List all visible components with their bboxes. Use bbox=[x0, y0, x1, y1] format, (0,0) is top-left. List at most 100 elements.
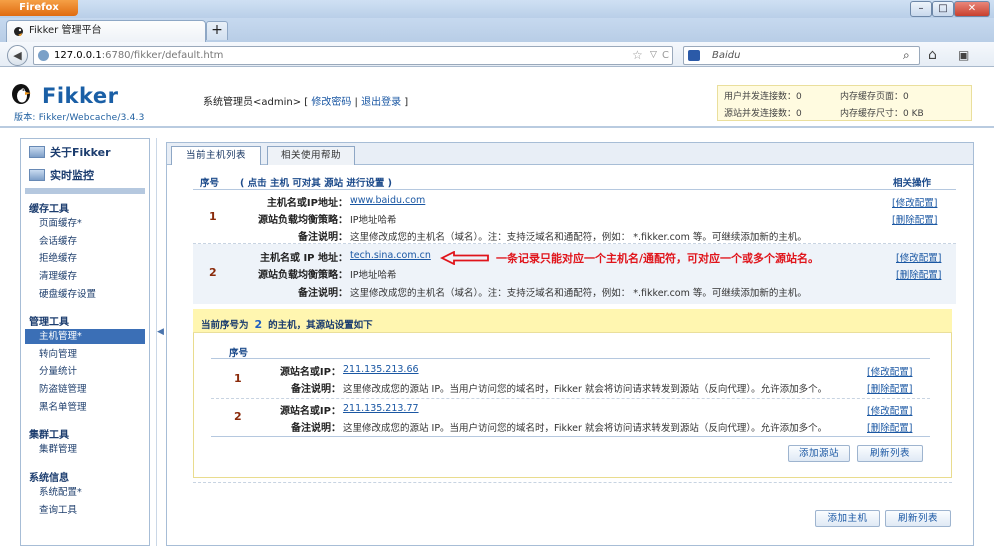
minimize-button[interactable]: – bbox=[910, 1, 932, 17]
origin-row-1-delete[interactable]: [删除配置] bbox=[867, 381, 912, 395]
sidebar-item-disk-cache[interactable]: 硬盘缓存设置 bbox=[25, 287, 145, 302]
logo-text: Fikker bbox=[42, 84, 119, 108]
sidebar-item-stats[interactable]: 分量统计 bbox=[25, 364, 145, 379]
host-row-1-edit[interactable]: [修改配置] bbox=[892, 195, 937, 209]
origin-row-2-note: 这里修改成您的源站 IP。当用户访问您的域名时，Fikker 就会将访问请求转发… bbox=[343, 423, 828, 434]
host-row-2-host-label: 主机名或 IP 地址： bbox=[259, 253, 348, 264]
sidebar-splitter bbox=[156, 138, 157, 546]
origin-row-2-ip-link[interactable]: 211.135.213.77 bbox=[343, 403, 419, 414]
annotation-arrow-icon bbox=[440, 251, 489, 265]
origin-title-num: 2 bbox=[254, 318, 263, 331]
add-origin-button[interactable]: 添加源站 bbox=[788, 445, 850, 462]
host-row-2-host-link[interactable]: tech.sina.com.cn bbox=[350, 250, 431, 261]
sidebar-item-hotlink[interactable]: 防盗链管理 bbox=[25, 382, 145, 397]
mem-pages-stat: 内存缓存页面：0 bbox=[840, 92, 909, 102]
origin-row-2-ip-label: 源站名或IP： bbox=[279, 406, 341, 417]
origin-title-suffix: 的主机，其源站设置如下 bbox=[268, 320, 373, 331]
maximize-button[interactable]: □ bbox=[932, 1, 954, 17]
host-row-2-note: 这里修改成您的主机名（域名）。注：支持泛域名和通配符，例如： *.fikker.… bbox=[350, 288, 807, 299]
sidebar-item-host-manage[interactable]: 主机管理* bbox=[25, 329, 145, 344]
mem-size-stat: 内存缓存尺寸：0 KB bbox=[840, 109, 924, 119]
refresh-host-list-button[interactable]: 刷新列表 bbox=[885, 510, 951, 527]
host-row-1-lb: IP地址哈希 bbox=[350, 215, 397, 226]
tab-help[interactable]: 相关使用帮助 bbox=[267, 146, 355, 165]
tab-host-list[interactable]: 当前主机列表 bbox=[171, 146, 261, 165]
search-go-icon[interactable]: ⌕ bbox=[903, 46, 910, 64]
origin-row-2-edit[interactable]: [修改配置] bbox=[867, 403, 912, 417]
globe-icon bbox=[38, 50, 49, 61]
sidebar-divider bbox=[25, 188, 145, 194]
sidebar-item-blacklist[interactable]: 黑名单管理 bbox=[25, 400, 145, 415]
refresh-origin-list-button[interactable]: 刷新列表 bbox=[857, 445, 923, 462]
change-password-link[interactable]: 修改密码 bbox=[311, 97, 351, 108]
close-window-button[interactable]: ✕ bbox=[954, 1, 990, 17]
version-label: 版本: Fikker/Webcache/3.4.3 bbox=[14, 113, 145, 123]
sidebar-item-session-cache[interactable]: 会话缓存 bbox=[25, 234, 145, 249]
sidebar-item-clear-cache[interactable]: 清理缓存 bbox=[25, 269, 145, 284]
collapse-sidebar-icon[interactable]: ◀ bbox=[157, 327, 164, 337]
origin-row-1-note-label: 备注说明： bbox=[291, 384, 341, 395]
origin-panel-title: 当前序号为 2 的主机，其源站设置如下 bbox=[201, 317, 373, 331]
bookmark-star-icon[interactable]: ☆ bbox=[632, 47, 643, 64]
url-path: :6780/fikker/default.htm bbox=[101, 50, 224, 61]
host-row-1-host-link[interactable]: www.baidu.com bbox=[350, 195, 425, 206]
origin-row-1-ip-link[interactable]: 211.135.213.66 bbox=[343, 364, 419, 375]
host-row-1-host: www.baidu.com bbox=[350, 195, 425, 206]
origin-header-line bbox=[211, 358, 930, 359]
sidebar-item-reject-cache[interactable]: 拒绝缓存 bbox=[25, 251, 145, 266]
bracket: ] bbox=[404, 97, 409, 108]
back-arrow-icon: ◀ bbox=[13, 49, 22, 62]
sidebar-about-label: 关于Fikker bbox=[50, 146, 111, 159]
origin-row-1-edit[interactable]: [修改配置] bbox=[867, 364, 912, 378]
back-button[interactable]: ◀ bbox=[7, 45, 28, 66]
search-engine-icon bbox=[688, 50, 700, 61]
reload-icon[interactable]: C bbox=[662, 47, 669, 64]
origin-row-2-ip: 211.135.213.77 bbox=[343, 403, 419, 414]
origin-row-2-delete[interactable]: [删除配置] bbox=[867, 420, 912, 434]
host-row-1-num: 1 bbox=[209, 210, 217, 223]
host-footer-line bbox=[193, 482, 952, 483]
logout-link[interactable]: 退出登录 bbox=[361, 97, 401, 108]
user-label: 系统管理员<admin> [ bbox=[203, 97, 309, 108]
sidebar-item-monitor[interactable]: 实时监控 bbox=[29, 167, 94, 183]
url-bar[interactable]: 127.0.0.1:6780/fikker/default.htm bbox=[33, 46, 673, 65]
host-row-1-host-label: 主机名或IP地址： bbox=[266, 198, 348, 209]
url-dropdown-icon[interactable]: ▽ bbox=[650, 47, 657, 64]
sidebar-item-cluster[interactable]: 集群管理 bbox=[25, 442, 145, 457]
new-tab-button[interactable]: + bbox=[206, 21, 228, 40]
host-row-1-lb-label: 源站负载均衡策略： bbox=[258, 215, 348, 226]
origin-row-1-ip: 211.135.213.66 bbox=[343, 364, 419, 375]
about-icon bbox=[29, 146, 45, 158]
header-divider bbox=[0, 126, 994, 128]
host-row-1-note: 这里修改成您的主机名（域名）。注：支持泛域名和通配符，例如： *.fikker.… bbox=[350, 232, 807, 243]
host-row-2-lb-label: 源站负载均衡策略： bbox=[258, 270, 348, 281]
sidebar-item-about[interactable]: 关于Fikker bbox=[29, 144, 111, 160]
host-row-2-note-label: 备注说明： bbox=[298, 288, 348, 299]
sidebar-group-cluster: 集群工具 bbox=[29, 430, 69, 441]
sidebar-item-redirect[interactable]: 转向管理 bbox=[25, 347, 145, 362]
host-row-2-edit[interactable]: [修改配置] bbox=[896, 250, 941, 264]
fikker-favicon-icon bbox=[14, 27, 23, 36]
sidebar-item-page-cache[interactable]: 页面缓存* bbox=[25, 216, 145, 231]
origin-row-1-num: 1 bbox=[234, 372, 242, 385]
search-placeholder: Baidu bbox=[712, 50, 741, 61]
browser-tab-title: Fikker 管理平台 bbox=[29, 25, 102, 36]
sidebar-group-system: 系统信息 bbox=[29, 473, 69, 484]
url-host: 127.0.0.1 bbox=[54, 50, 102, 61]
host-row-1-delete[interactable]: [删除配置] bbox=[892, 212, 937, 226]
add-host-button[interactable]: 添加主机 bbox=[815, 510, 880, 527]
home-icon[interactable]: ⌂ bbox=[928, 45, 937, 65]
origin-title-prefix: 当前序号为 bbox=[201, 320, 249, 331]
firefox-menu-button[interactable]: Firefox bbox=[0, 0, 78, 16]
origin-row-2-num: 2 bbox=[234, 410, 242, 423]
host-row-2-lb: IP地址哈希 bbox=[350, 270, 397, 281]
search-input[interactable]: Baidu bbox=[683, 46, 920, 65]
sidebar-item-query[interactable]: 查询工具 bbox=[25, 503, 145, 518]
monitor-icon bbox=[29, 169, 45, 181]
host-row-2-delete[interactable]: [删除配置] bbox=[896, 267, 941, 281]
browser-tab[interactable]: Fikker 管理平台 bbox=[6, 20, 206, 42]
sidebar-item-sysconfig[interactable]: 系统配置* bbox=[25, 485, 145, 500]
bookmarks-menu-icon[interactable]: ▣ bbox=[958, 45, 969, 65]
origin-row-separator bbox=[211, 398, 930, 399]
host-row-2-host: tech.sina.com.cn bbox=[350, 250, 431, 261]
